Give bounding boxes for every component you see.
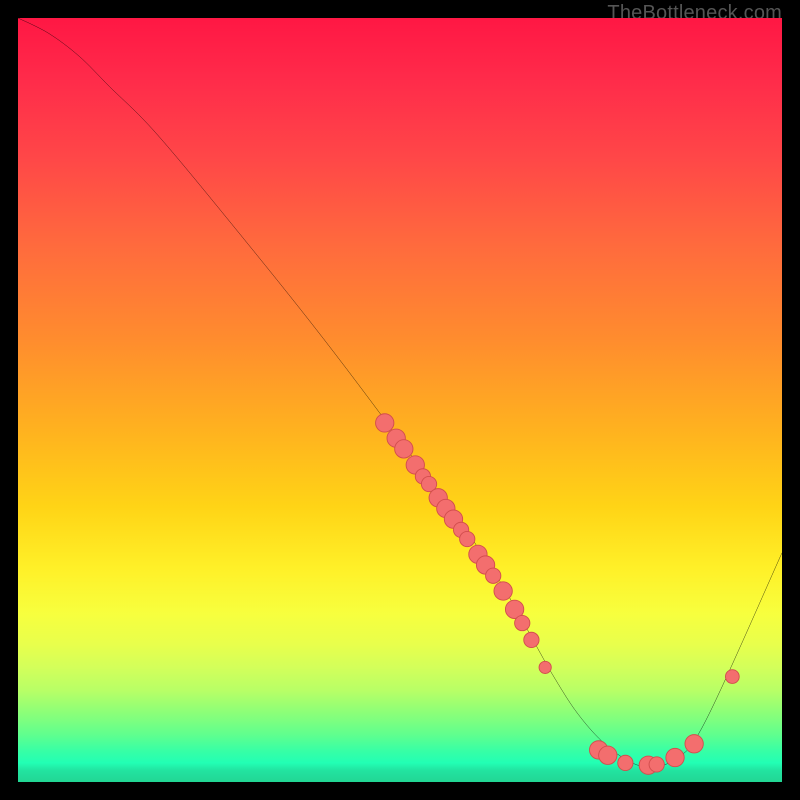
data-marker bbox=[539, 661, 551, 673]
data-marker bbox=[618, 755, 633, 770]
chart-frame: TheBottleneck.com bbox=[0, 0, 800, 800]
data-markers bbox=[376, 414, 740, 775]
data-marker bbox=[599, 746, 617, 764]
data-marker bbox=[486, 568, 501, 583]
data-marker bbox=[395, 440, 413, 458]
data-marker bbox=[685, 735, 703, 753]
plot-area bbox=[18, 18, 782, 782]
data-marker bbox=[494, 582, 512, 600]
bottleneck-curve bbox=[18, 18, 782, 767]
curve-svg bbox=[18, 18, 782, 782]
data-marker bbox=[649, 757, 664, 772]
data-marker bbox=[515, 615, 530, 630]
data-marker bbox=[666, 748, 684, 766]
data-marker bbox=[725, 670, 739, 684]
data-marker bbox=[460, 531, 475, 546]
data-marker bbox=[524, 632, 539, 647]
data-marker bbox=[376, 414, 394, 432]
